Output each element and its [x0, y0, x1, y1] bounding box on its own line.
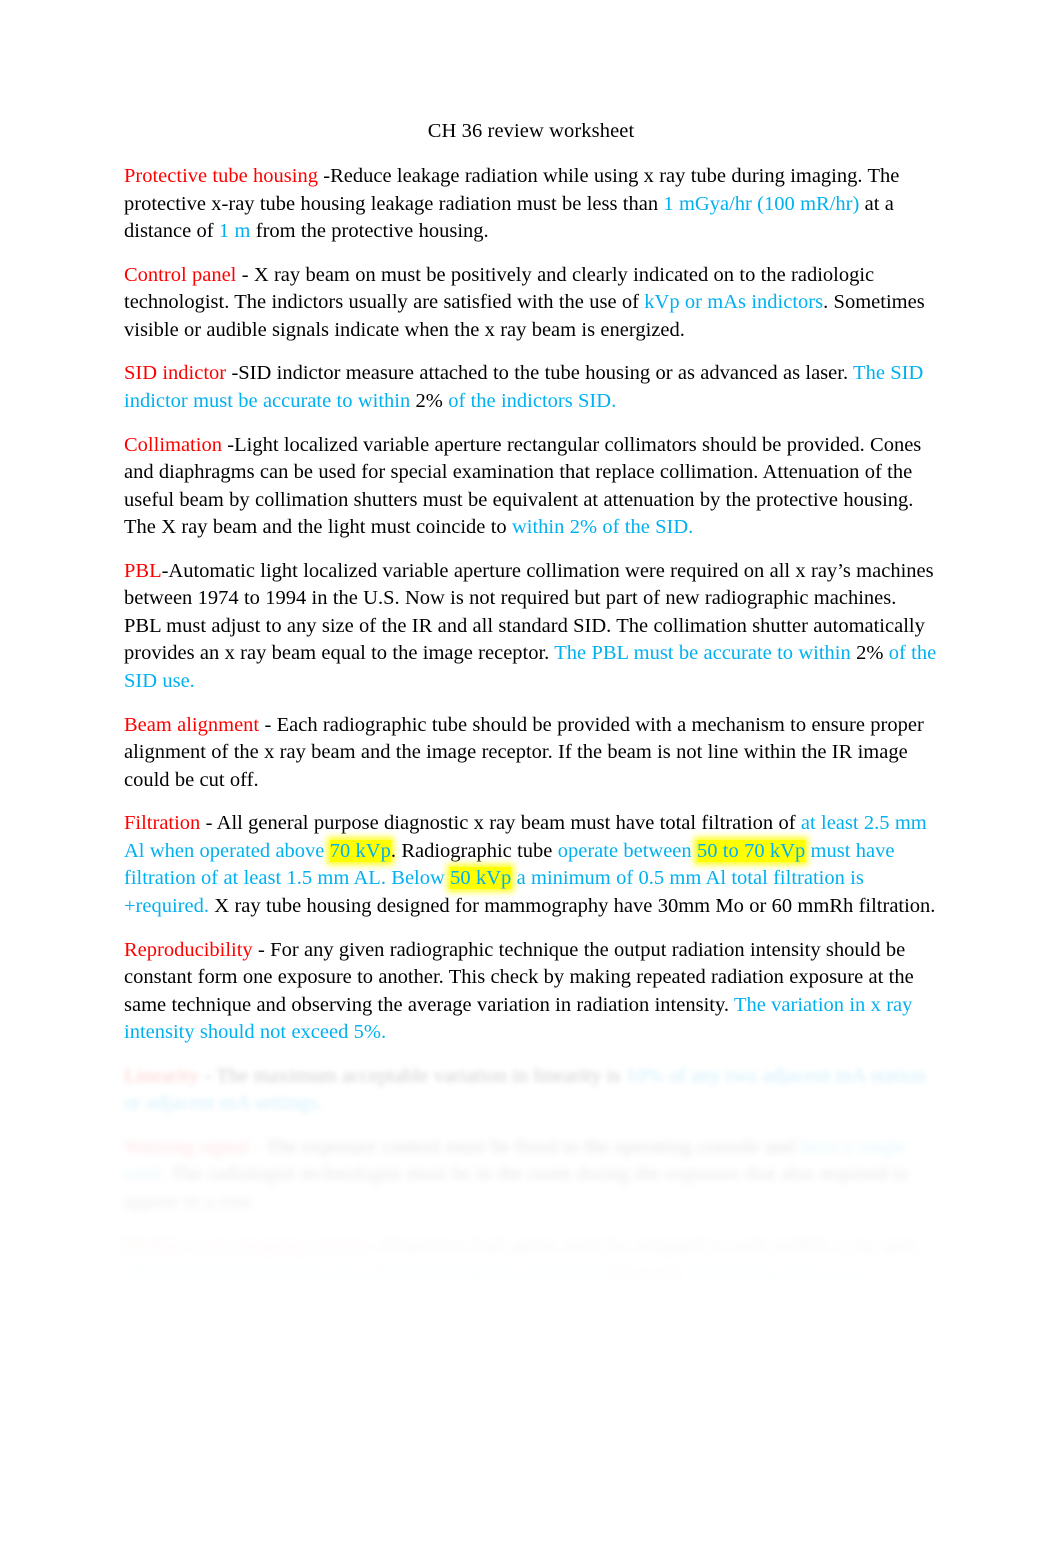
paragraph-control-panel: Control panel - X ray beam on must be po… — [124, 262, 938, 345]
paragraph-linearity: Linearity - The maximum acceptable varia… — [124, 1063, 938, 1118]
term-warning-signal: Warning signal — [124, 1135, 249, 1158]
answer-text: 1 m — [218, 220, 251, 243]
run-text: - The maximum acceptable variation in li… — [199, 1064, 626, 1087]
answer-text: The exposure switch must be allowed to o… — [124, 1262, 612, 1285]
answer-text: kVp or mAs indictors — [644, 291, 824, 314]
run-text: 2% — [856, 642, 884, 665]
run-text: The radiologist technologist must be in … — [124, 1163, 909, 1214]
run-text: X ray tube housing designed for mammogra… — [208, 894, 936, 917]
paragraph-reproducibility: Reproducibility - For any given radiogra… — [124, 937, 938, 1047]
paragraph-collimation: Collimation -Light localized variable ap… — [124, 432, 938, 542]
run-text: -SID indictor measure attached to the tu… — [226, 362, 854, 385]
paragraph-pbl: PBL-Automatic light localized variable a… — [124, 558, 938, 696]
page-title: CH 36 review worksheet — [427, 120, 635, 142]
document-page: CH 36 review worksheet Protective tube h… — [0, 0, 1062, 1561]
term-beam-alignment: Beam alignment — [124, 713, 260, 736]
run-text: the x ray — [611, 1262, 689, 1285]
run-text: 2% — [415, 389, 443, 412]
term-collimation: Collimation — [124, 433, 222, 456]
answer-text: within 2% of the SID. — [511, 516, 694, 539]
run-text: - Protective lead apron must be assigned… — [365, 1234, 919, 1257]
term-protective-tube-housing: Protective tube housing — [124, 165, 318, 188]
highlighted-answer: 50 kVp — [450, 867, 512, 890]
run-text: - All general purpose diagnostic x ray b… — [200, 812, 801, 835]
term-pbl: PBL — [124, 559, 162, 582]
answer-text: of the indictors SID. — [442, 389, 617, 412]
run-text: from the protective housing. — [250, 220, 489, 243]
term-control-panel: Control panel — [124, 263, 237, 286]
highlighted-answer: 50 to 70 kVp — [696, 839, 806, 862]
run-text: - The exposure control must be fixed to … — [248, 1135, 800, 1158]
faded-section: Linearity - The maximum acceptable varia… — [124, 1062, 998, 1288]
run-text: . Radiographic tube — [390, 839, 558, 862]
term-filtration: Filtration — [124, 812, 201, 835]
paragraph-sid-indictor: SID indictor -SID indictor measure attac… — [124, 360, 938, 415]
term-reproducibility: Reproducibility — [124, 938, 253, 961]
answer-text: The PBL must be accurate to within — [554, 642, 857, 665]
paragraph-filtration: Filtration - All general purpose diagnos… — [124, 810, 938, 920]
answer-text: tube during exposure. — [688, 1262, 868, 1285]
document-body: CH 36 review worksheet Protective tube h… — [124, 118, 998, 1304]
highlighted-answer: 70 kVp — [329, 839, 391, 862]
term-mobile-x-ray-imaging-system: Mobile x ray imaging system — [124, 1234, 366, 1257]
paragraph-protective-tube-housing: Protective tube housing -Reduce leakage … — [124, 163, 938, 246]
paragraph-beam-alignment: Beam alignment - Each radiographic tube … — [124, 712, 938, 795]
answer-text: operate between — [557, 839, 697, 862]
paragraph-mobile-x-ray-imaging-system: Mobile x ray imaging system - Protective… — [124, 1233, 938, 1288]
term-sid-indictor: SID indictor — [124, 362, 227, 385]
term-linearity: Linearity — [124, 1064, 200, 1087]
paragraph-warning-signal: Warning signal - The exposure control mu… — [124, 1134, 938, 1217]
answer-text: 1 mGya/hr (100 mR/hr) — [663, 192, 860, 215]
